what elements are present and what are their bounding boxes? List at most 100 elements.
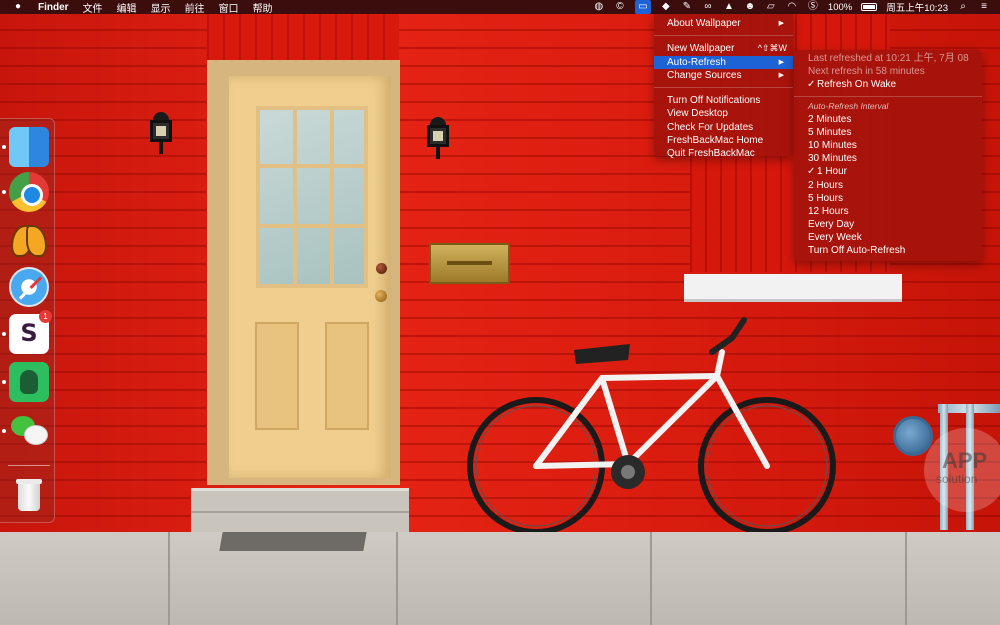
- running-indicator: [2, 332, 6, 336]
- mailbox: [429, 243, 510, 284]
- submenu-arrow-icon: ▶: [778, 20, 784, 27]
- notification-badge: 1: [39, 310, 52, 323]
- sidewalk: [0, 532, 1000, 625]
- interval-1-hour[interactable]: ✓ 1 Hour: [794, 165, 982, 178]
- chrome-icon[interactable]: [9, 172, 49, 212]
- watermark-text: APP: [942, 448, 988, 473]
- checkmark-icon: ✓: [807, 79, 816, 91]
- interval-every-week[interactable]: Every Week: [794, 231, 982, 244]
- menu-item-label: Auto-Refresh: [667, 56, 726, 68]
- interval-2-hours[interactable]: 2 Hours: [794, 179, 982, 192]
- menu-edit[interactable]: 编辑: [117, 0, 137, 15]
- menu-separator: [654, 35, 793, 37]
- menu-item-auto-refresh[interactable]: Auto-Refresh ▶: [654, 55, 793, 69]
- circle-c-icon[interactable]: ©: [614, 1, 626, 13]
- wall-boards: [207, 14, 399, 62]
- wechat-dock-icon[interactable]: [9, 411, 49, 451]
- battery-percent: 100%: [827, 1, 853, 13]
- menu-window[interactable]: 窗口: [219, 0, 239, 15]
- battery-icon[interactable]: [861, 3, 878, 11]
- list-icon[interactable]: ≡: [978, 1, 990, 13]
- menubar-clock[interactable]: 周五上午10:23: [886, 0, 948, 14]
- interval-every-day[interactable]: Every Day: [794, 218, 982, 231]
- menu-item-turn-off-notifications[interactable]: Turn Off Notifications: [654, 94, 793, 107]
- submenu-item-refresh-on-wake[interactable]: ✓ Refresh On Wake: [794, 78, 982, 91]
- submenu-item-label: Refresh On Wake: [817, 79, 897, 91]
- menu-item-about-wallpaper[interactable]: About Wallpaper ▶: [654, 17, 793, 30]
- trash-icon[interactable]: [9, 475, 49, 515]
- running-indicator: [2, 145, 6, 149]
- wall-lamp: [148, 112, 174, 154]
- submenu-arrow-icon: ▶: [778, 58, 784, 66]
- running-indicator: [2, 429, 6, 433]
- auto-refresh-submenu: Last refreshed at 10:21 上午, 7月 08 Next r…: [794, 50, 982, 261]
- door-window: [256, 106, 368, 288]
- wifi-icon[interactable]: ◠: [786, 1, 798, 13]
- finder-icon[interactable]: [9, 127, 49, 167]
- interval-section-header: Auto-Refresh Interval: [808, 100, 889, 111]
- door-knob: [375, 290, 387, 302]
- interval-10-minutes[interactable]: 10 Minutes: [794, 139, 982, 152]
- menu-item-change-sources[interactable]: Change Sources ▶: [654, 69, 793, 82]
- menu-item-new-wallpaper[interactable]: New Wallpaper ^⇧⌘W: [654, 42, 793, 55]
- interval-2-minutes[interactable]: 2 Minutes: [794, 113, 982, 126]
- interval-5-hours[interactable]: 5 Hours: [794, 192, 982, 205]
- sidewalk-joint: [650, 532, 652, 625]
- gas-meter-dial: [893, 416, 933, 456]
- door-panel: [325, 322, 369, 430]
- tent-icon[interactable]: ▲: [723, 1, 735, 13]
- running-indicator: [2, 380, 6, 384]
- menu-view[interactable]: 显示: [151, 0, 171, 15]
- watermark-subtext: solution: [936, 472, 978, 486]
- dock-separator: [8, 465, 50, 466]
- apple-menu-icon[interactable]: ●: [12, 1, 24, 13]
- evernote-icon[interactable]: [9, 362, 49, 402]
- menu-item-label: New Wallpaper: [667, 43, 735, 55]
- airplay-icon[interactable]: ▱: [765, 1, 777, 13]
- front-steps: [191, 488, 409, 534]
- menu-item-view-desktop[interactable]: View Desktop: [654, 107, 793, 120]
- dropbox-icon[interactable]: ◆: [660, 1, 672, 13]
- menu-go[interactable]: 前往: [185, 0, 205, 15]
- bicycle: [467, 317, 836, 535]
- checkmark-icon: ✓: [807, 166, 816, 178]
- menu-bar: ● Finder 文件 编辑 显示 前往 窗口 帮助 ◍ © ▭ ◆ ✎ ∞ ▲…: [0, 0, 1000, 15]
- submenu-item-label: 1 Hour: [817, 166, 848, 178]
- door-lock: [376, 263, 387, 274]
- wechat-icon[interactable]: ◍: [593, 1, 605, 13]
- search-icon[interactable]: ⌕: [957, 1, 969, 13]
- door-mat: [219, 532, 367, 551]
- next-refresh-status: Next refresh in 58 minutes: [808, 66, 925, 78]
- display-icon[interactable]: ▭: [634, 0, 651, 14]
- dock: 1: [0, 118, 55, 523]
- feather-icon[interactable]: ✎: [681, 1, 693, 13]
- menu-item-home[interactable]: FreshBackMac Home: [654, 134, 793, 147]
- sidewalk-joint: [905, 532, 907, 625]
- bear-icon[interactable]: ☻: [744, 1, 756, 13]
- turn-off-auto-refresh[interactable]: Turn Off Auto-Refresh: [794, 244, 982, 257]
- interval-12-hours[interactable]: 12 Hours: [794, 205, 982, 218]
- safari-icon[interactable]: [9, 267, 49, 307]
- menu-item-check-for-updates[interactable]: Check For Updates: [654, 121, 793, 134]
- submenu-arrow-icon: ▶: [778, 71, 784, 79]
- butterfly-app-icon[interactable]: [9, 219, 49, 259]
- wall-lamp: [425, 117, 451, 159]
- window-sill: [684, 274, 902, 302]
- menu-help[interactable]: 帮助: [253, 0, 273, 15]
- interval-5-minutes[interactable]: 5 Minutes: [794, 126, 982, 139]
- interval-30-minutes[interactable]: 30 Minutes: [794, 152, 982, 165]
- link-icon[interactable]: ∞: [702, 1, 714, 13]
- menu-item-quit[interactable]: Quit FreshBackMac: [654, 147, 793, 160]
- last-refreshed-status: Last refreshed at 10:21 上午, 7月 08: [808, 53, 969, 64]
- door-panel: [255, 322, 299, 430]
- watermark-logo: APP solution: [924, 428, 1000, 512]
- menu-file[interactable]: 文件: [83, 0, 103, 15]
- app-name-menu[interactable]: Finder: [38, 2, 69, 13]
- freshback-menu: About Wallpaper ▶ New Wallpaper ^⇧⌘W Aut…: [654, 14, 793, 159]
- sidewalk-joint: [396, 532, 398, 625]
- s-app-icon[interactable]: Ⓢ: [807, 1, 819, 13]
- slack-icon[interactable]: 1: [9, 310, 52, 354]
- menu-separator: [654, 87, 793, 89]
- menu-item-label: About Wallpaper: [667, 18, 741, 29]
- menu-separator: [794, 95, 982, 97]
